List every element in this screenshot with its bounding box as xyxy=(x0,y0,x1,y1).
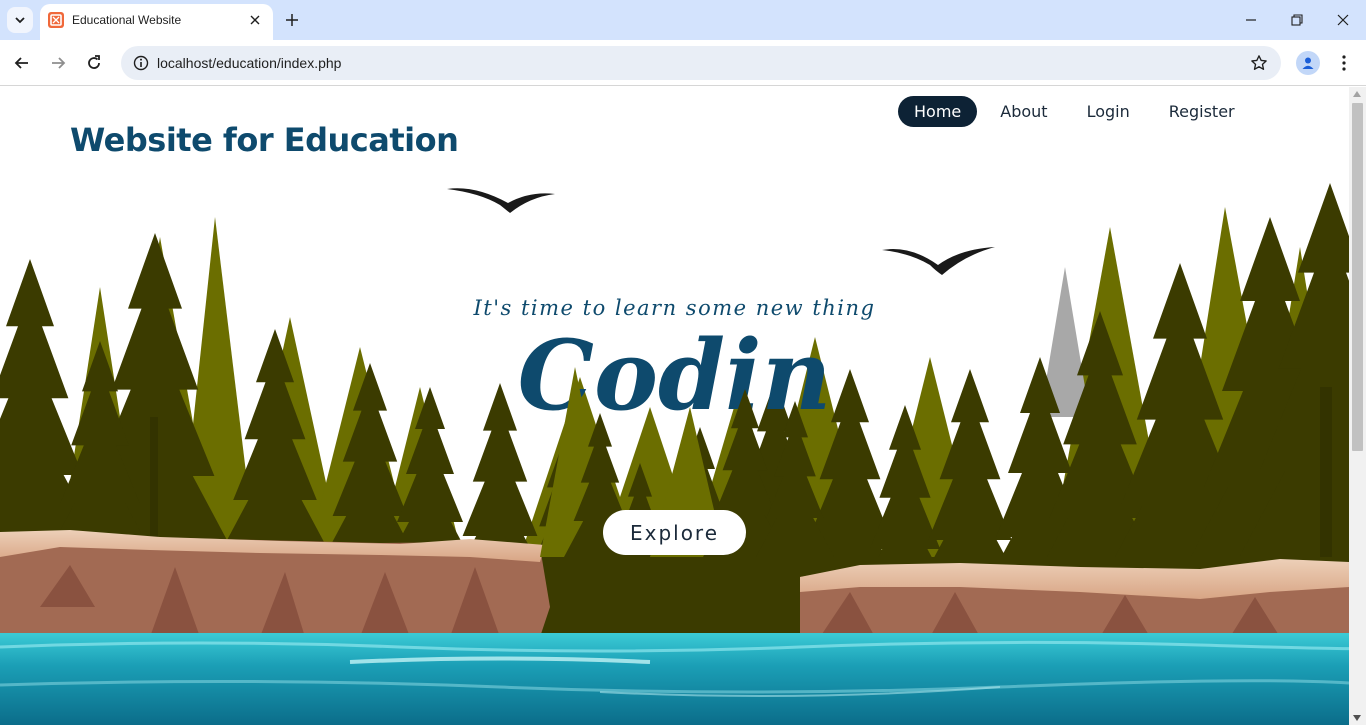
close-icon xyxy=(1337,14,1349,26)
back-button[interactable] xyxy=(10,51,34,75)
explore-button[interactable]: Explore xyxy=(603,510,746,555)
browser-toolbar: localhost/education/index.php xyxy=(0,40,1366,86)
forward-button[interactable] xyxy=(46,51,70,75)
site-info-icon[interactable] xyxy=(131,53,151,73)
scroll-down-arrow-icon[interactable] xyxy=(1353,715,1361,721)
bookmark-star-icon[interactable] xyxy=(1249,53,1269,73)
browser-menu-button[interactable] xyxy=(1334,51,1354,75)
arrow-right-icon xyxy=(52,57,66,69)
tab-title: Educational Website xyxy=(72,13,182,27)
tab-search-button[interactable] xyxy=(7,7,33,33)
reload-button[interactable] xyxy=(82,51,106,75)
scroll-up-arrow-icon[interactable] xyxy=(1353,91,1361,97)
close-window-button[interactable] xyxy=(1331,8,1355,32)
tab-strip: Educational Website xyxy=(0,0,1366,40)
profile-avatar-icon[interactable] xyxy=(1296,51,1320,75)
plus-icon xyxy=(286,14,298,26)
browser-tab[interactable]: Educational Website xyxy=(40,4,273,40)
page-scrollbar[interactable] xyxy=(1349,87,1366,725)
foreground-trees-illustration xyxy=(540,367,834,557)
restore-button[interactable] xyxy=(1285,8,1309,32)
arrow-left-icon xyxy=(14,57,28,69)
tab-close-button[interactable] xyxy=(245,10,265,30)
new-tab-button[interactable] xyxy=(281,9,303,31)
close-icon xyxy=(250,15,260,25)
address-bar[interactable]: localhost/education/index.php xyxy=(121,46,1281,80)
minimize-icon xyxy=(1246,19,1256,21)
kebab-menu-icon xyxy=(1342,55,1346,71)
favicon-icon xyxy=(48,12,64,28)
page-viewport: Website for Education Home About Login R… xyxy=(0,87,1349,725)
scrollbar-thumb[interactable] xyxy=(1352,103,1363,451)
reload-icon xyxy=(88,55,100,69)
restore-icon xyxy=(1291,14,1303,26)
url-text: localhost/education/index.php xyxy=(157,55,342,71)
chevron-down-icon xyxy=(15,17,25,24)
minimize-button[interactable] xyxy=(1239,8,1263,32)
